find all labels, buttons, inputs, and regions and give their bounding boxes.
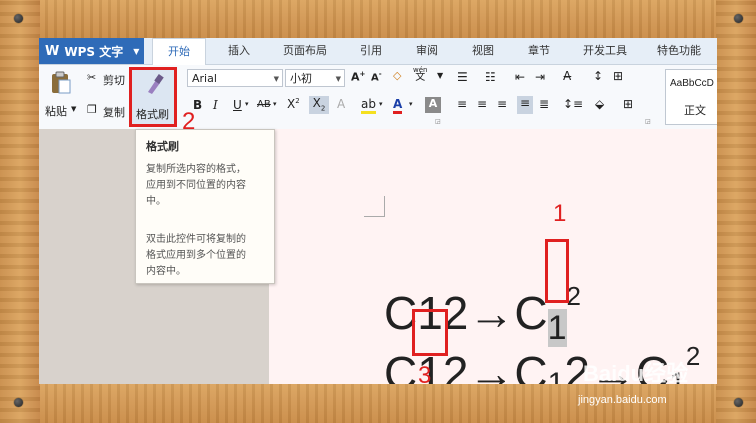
ribbon: 粘贴 ▼ ✂ 剪切 ❐ 复制 格式刷 Arial ▼ 小初 ▼ A+ A- ◇ wé…	[39, 65, 717, 130]
align-left-icon[interactable]: ≡	[457, 97, 467, 111]
subscript-button[interactable]: X2	[309, 96, 329, 114]
annotation-number-2: 2	[182, 108, 196, 135]
caret-down-icon[interactable]: ▼	[71, 105, 76, 113]
tooltip-line: 双击此控件可将复制的	[146, 234, 246, 245]
align-right-icon[interactable]: ≡	[497, 97, 507, 111]
paste-button[interactable]: 粘贴	[45, 103, 67, 119]
strikethrough-button[interactable]: AB	[257, 99, 271, 110]
caret-down-icon: ▼	[133, 46, 140, 56]
highlight-icon[interactable]: ab	[361, 97, 376, 114]
cut-button[interactable]: 剪切	[103, 72, 125, 88]
tab-view[interactable]: 视图	[461, 38, 505, 64]
tab-features[interactable]: 特色功能	[647, 38, 711, 64]
frame-right	[716, 0, 756, 423]
tooltip-line: 中。	[146, 196, 166, 207]
clear-format-icon[interactable]: ◇	[393, 69, 401, 82]
tab-references[interactable]: 引用	[349, 38, 393, 64]
style-name: 正文	[684, 104, 706, 117]
line-spacing-icon[interactable]: ↕≡	[563, 97, 583, 111]
numbering-icon[interactable]: ☷	[485, 70, 496, 84]
caret-down-icon: ▼	[273, 75, 279, 83]
tab-section[interactable]: 章节	[517, 38, 561, 64]
line2-subscript-a: 1	[547, 367, 565, 384]
wps-window: W WPS 文字 ▼ 开始 插入 页面布局 引用 审阅 视图 章节 开发工具 特…	[39, 38, 717, 384]
wps-logo-icon: W	[45, 43, 60, 59]
caret-down-icon[interactable]: ▾	[273, 100, 277, 108]
tab-developer[interactable]: 开发工具	[573, 38, 637, 64]
format-painter-button[interactable]: 格式刷	[129, 67, 177, 127]
page-corner-marker	[364, 196, 385, 217]
watermark-url: jingyan.baidu.com	[578, 394, 667, 406]
nail-icon	[734, 398, 743, 407]
grow-font-icon[interactable]: A+	[351, 70, 365, 84]
tab-page-layout[interactable]: 页面布局	[273, 38, 337, 64]
annotation-box-1	[545, 239, 569, 303]
font-size-value: 小初	[290, 72, 312, 85]
underline-button[interactable]: U	[233, 98, 242, 112]
font-color-icon[interactable]: A	[393, 97, 403, 114]
shrink-font-icon[interactable]: A-	[371, 70, 382, 83]
phonetic-char: 文	[415, 72, 426, 83]
sort-icon[interactable]: ↕	[593, 69, 603, 83]
nail-icon	[14, 398, 23, 407]
shading-icon[interactable]: ⬙	[595, 97, 604, 111]
line1-text: C12→C	[384, 287, 548, 339]
style-preview: AaBbCcD	[670, 78, 714, 89]
tooltip-title: 格式刷	[146, 140, 179, 153]
annotation-number-1: 1	[553, 200, 567, 227]
tooltip-line: 格式应用到多个位置的	[146, 250, 246, 261]
frame-left	[0, 0, 40, 423]
caret-down-icon[interactable]: ▾	[379, 100, 383, 108]
copy-button[interactable]: 复制	[103, 104, 125, 120]
app-title: WPS 文字	[64, 44, 124, 59]
menu-bar: W WPS 文字 ▼ 开始 插入 页面布局 引用 审阅 视图 章节 开发工具 特…	[39, 38, 717, 66]
wps-app-menu-button[interactable]: W WPS 文字 ▼	[39, 38, 144, 64]
bullets-icon[interactable]: ☰	[457, 70, 468, 84]
char-shading-icon[interactable]: A	[425, 97, 441, 113]
format-painter-tooltip: 格式刷 复制所选内容的格式， 应用到不同位置的内容 中。 双击此控件可将复制的 …	[135, 129, 275, 284]
paintbrush-icon	[144, 74, 164, 100]
text-effect-icon[interactable]: A	[337, 97, 345, 111]
paste-icon[interactable]	[47, 69, 75, 97]
copy-icon: ❐	[87, 103, 97, 116]
caret-down-icon[interactable]: ▾	[245, 100, 249, 108]
tooltip-line: 复制所选内容的格式，	[146, 164, 246, 175]
font-size-select[interactable]: 小初 ▼	[285, 69, 345, 87]
caret-down-icon[interactable]: ▼	[437, 71, 443, 80]
phonetic-guide-icon[interactable]: wén 文	[413, 66, 427, 83]
annotation-number-3: 3	[418, 362, 432, 389]
frame-top	[0, 0, 756, 38]
font-name-value: Arial	[192, 72, 217, 85]
caret-down-icon[interactable]: ▾	[409, 100, 413, 108]
tooltip-line: 应用到不同位置的内容	[146, 180, 246, 191]
chinese-layout-icon[interactable]: A̶	[563, 69, 571, 83]
scissors-icon: ✂	[87, 71, 97, 84]
tab-insert[interactable]: 插入	[217, 38, 261, 64]
table-icon[interactable]: ⊞	[613, 69, 623, 83]
align-center-icon[interactable]: ≡	[477, 97, 487, 111]
increase-indent-icon[interactable]: ⇥	[535, 70, 545, 84]
line2-text-c: 2→C	[442, 347, 548, 384]
style-normal[interactable]: AaBbCcD 正文	[665, 69, 717, 125]
tab-review[interactable]: 审阅	[405, 38, 449, 64]
tab-home[interactable]: 开始	[152, 38, 206, 66]
justify-icon[interactable]: ≡	[517, 96, 533, 114]
borders-icon[interactable]: ⊞	[623, 97, 633, 111]
format-painter-label: 格式刷	[136, 108, 169, 121]
document-page[interactable]: C12→C12 C12→C12→C12	[269, 129, 717, 384]
paragraph-dialog-launcher-icon[interactable]: ◲	[645, 118, 651, 125]
tooltip-line: 内容中。	[146, 266, 186, 277]
italic-button[interactable]: I	[213, 98, 218, 112]
font-dialog-launcher-icon[interactable]: ◲	[435, 118, 441, 125]
distributed-icon[interactable]: ≣	[539, 97, 549, 111]
font-name-select[interactable]: Arial ▼	[187, 69, 283, 87]
annotation-box-3	[412, 309, 448, 356]
superscript-button[interactable]: X2	[287, 97, 300, 111]
caret-down-icon: ▼	[335, 75, 341, 83]
baidu-jingyan-logo: Baidu经验	[583, 361, 689, 386]
decrease-indent-icon[interactable]: ⇤	[515, 70, 525, 84]
nail-icon	[734, 14, 743, 23]
nail-icon	[14, 14, 23, 23]
